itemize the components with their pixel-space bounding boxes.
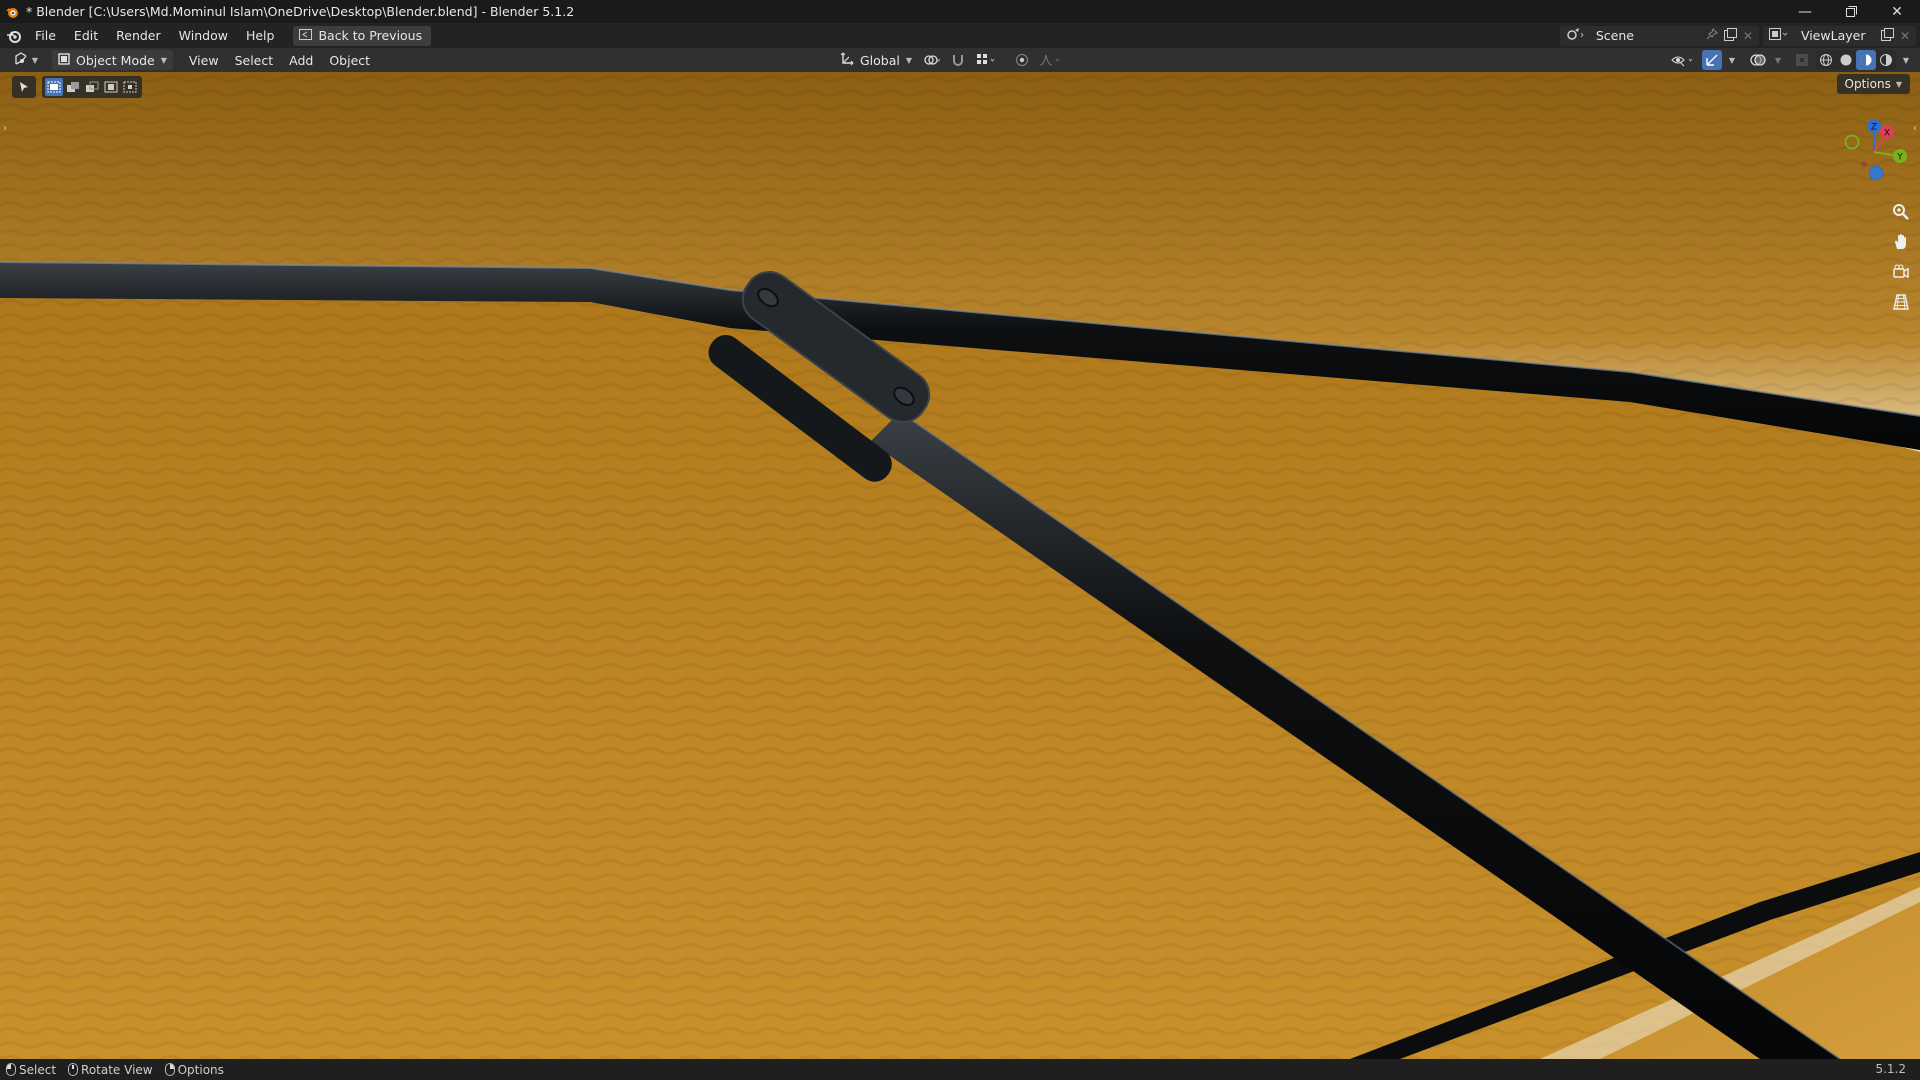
menu-view[interactable]: View	[181, 53, 227, 68]
select-new-icon[interactable]	[45, 78, 63, 96]
3d-viewport[interactable]: Options ▼ › ‹ Z X Y	[0, 72, 1920, 1059]
scene-selector[interactable]: Scene ✕	[1559, 25, 1759, 46]
menu-window[interactable]: Window	[170, 26, 237, 46]
status-select-label: Select	[19, 1062, 57, 1077]
object-mode-label: Object Mode	[76, 52, 155, 68]
snap-toggle-icon[interactable]	[948, 50, 968, 70]
gizmo-x-label: X	[1884, 129, 1890, 139]
status-bar: Select Rotate View Options 5.1.2	[0, 1059, 1920, 1080]
options-label: Options	[1844, 77, 1891, 91]
falloff-icon[interactable]	[1038, 50, 1066, 70]
window-title-bar: * Blender [C:\Users\Md.Mominul Islam\One…	[0, 0, 1920, 23]
blender-menu-icon[interactable]	[2, 24, 26, 48]
window-title: * Blender [C:\Users\Md.Mominul Islam\One…	[26, 4, 575, 19]
status-options: Options	[164, 1062, 224, 1077]
pin-icon[interactable]	[1706, 28, 1718, 43]
new-scene-icon[interactable]	[1723, 27, 1737, 44]
solid-shading-icon[interactable]	[1836, 50, 1856, 70]
status-rotate-view-label: Rotate View	[81, 1062, 153, 1077]
chevron-down-icon: ▼	[160, 55, 167, 65]
material-preview-shading-icon[interactable]	[1856, 50, 1876, 70]
camera-view-icon[interactable]	[1888, 260, 1914, 284]
editor-type-selector[interactable]: ▼	[10, 50, 42, 70]
view-layer-icon	[1768, 27, 1789, 44]
back-to-previous-button[interactable]: Back to Previous	[293, 25, 432, 46]
status-options-label: Options	[177, 1062, 224, 1077]
new-view-layer-icon[interactable]	[1880, 27, 1894, 44]
minimize-icon[interactable]: —	[1782, 0, 1828, 23]
remove-view-layer-icon[interactable]: ✕	[1900, 29, 1910, 43]
shading-dropdown-icon[interactable]: ▼	[1900, 50, 1912, 70]
screen-back-icon	[299, 28, 313, 43]
wireframe-shading-icon[interactable]	[1816, 50, 1836, 70]
mouse-left-icon	[6, 1063, 16, 1076]
menu-select[interactable]: Select	[227, 53, 282, 68]
blender-app-icon	[2, 2, 22, 22]
menu-file[interactable]: File	[26, 26, 65, 46]
zoom-icon[interactable]	[1888, 200, 1914, 224]
back-to-previous-label: Back to Previous	[318, 28, 423, 43]
perspective-toggle-icon[interactable]	[1888, 290, 1914, 314]
remove-scene-icon[interactable]: ✕	[1743, 29, 1753, 43]
view-layer-selector[interactable]: ViewLayer ✕	[1762, 25, 1916, 46]
selection-mode-box	[42, 76, 142, 98]
navigation-gizmo[interactable]: Z X Y	[1830, 112, 1910, 192]
proportional-editing-icon[interactable]	[1012, 50, 1032, 70]
select-extend-icon[interactable]	[64, 78, 82, 96]
visibility-selectability-icon[interactable]	[1670, 50, 1698, 70]
viewport-header: ▼ Object Mode ▼ View Select Add Object G…	[0, 48, 1920, 72]
active-tool-box	[12, 76, 36, 98]
status-select: Select	[6, 1063, 56, 1077]
menu-object[interactable]: Object	[321, 53, 378, 68]
object-mode-icon	[58, 52, 70, 68]
viewport-shading-group	[1816, 50, 1896, 70]
select-invert-icon[interactable]	[102, 78, 120, 96]
viewport-scene-render	[0, 72, 1920, 1059]
pivot-point-icon[interactable]	[922, 50, 942, 70]
gizmo-z-label: Z	[1871, 123, 1877, 133]
chevron-down-icon: ▼	[31, 55, 39, 65]
menu-add[interactable]: Add	[281, 53, 321, 68]
select-tool-icon[interactable]	[15, 78, 33, 96]
scene-icon	[1566, 27, 1584, 44]
maximize-icon[interactable]	[1828, 0, 1874, 23]
3d-viewport-icon	[14, 51, 30, 69]
toolbar-expand-arrow-icon[interactable]: ›	[1, 120, 9, 136]
gizmo-toggle-icon[interactable]	[1702, 50, 1722, 70]
top-bar: File Edit Render Window Help Back to Pre…	[0, 23, 1920, 48]
orientation-label: Global	[860, 52, 900, 68]
overlays-dropdown-icon[interactable]: ▼	[1772, 50, 1784, 70]
mouse-right-icon	[164, 1063, 175, 1076]
menu-edit[interactable]: Edit	[65, 26, 107, 46]
chevron-down-icon: ▼	[1895, 79, 1902, 89]
view-layer-name-field[interactable]: ViewLayer	[1795, 26, 1875, 46]
select-subtract-icon[interactable]	[83, 78, 101, 96]
pan-hand-icon[interactable]	[1888, 230, 1914, 254]
status-rotate-view: Rotate View	[68, 1063, 153, 1077]
menu-help[interactable]: Help	[237, 26, 284, 46]
options-dropdown[interactable]: Options ▼	[1836, 74, 1910, 94]
xray-toggle-icon[interactable]	[1792, 50, 1812, 70]
rendered-shading-icon[interactable]	[1876, 50, 1896, 70]
menu-render[interactable]: Render	[107, 26, 170, 46]
select-intersect-icon[interactable]	[121, 78, 139, 96]
scene-name-field[interactable]: Scene	[1590, 26, 1700, 46]
object-mode-selector[interactable]: Object Mode ▼	[52, 50, 173, 70]
transform-orientation-selector[interactable]: Global ▼	[836, 50, 916, 70]
overlays-toggle-icon[interactable]	[1748, 50, 1768, 70]
chevron-down-icon: ▼	[905, 55, 913, 65]
close-icon[interactable]: ✕	[1874, 0, 1920, 23]
mouse-middle-icon	[68, 1063, 79, 1076]
gizmo-y-label: Y	[1896, 153, 1903, 163]
sidebar-expand-arrow-icon[interactable]: ‹	[1911, 120, 1919, 136]
orientation-global-icon	[840, 51, 854, 69]
version-label: 5.1.2	[1875, 1062, 1906, 1076]
gizmo-dropdown-icon[interactable]: ▼	[1726, 50, 1738, 70]
snap-target-icon[interactable]	[974, 50, 1000, 70]
